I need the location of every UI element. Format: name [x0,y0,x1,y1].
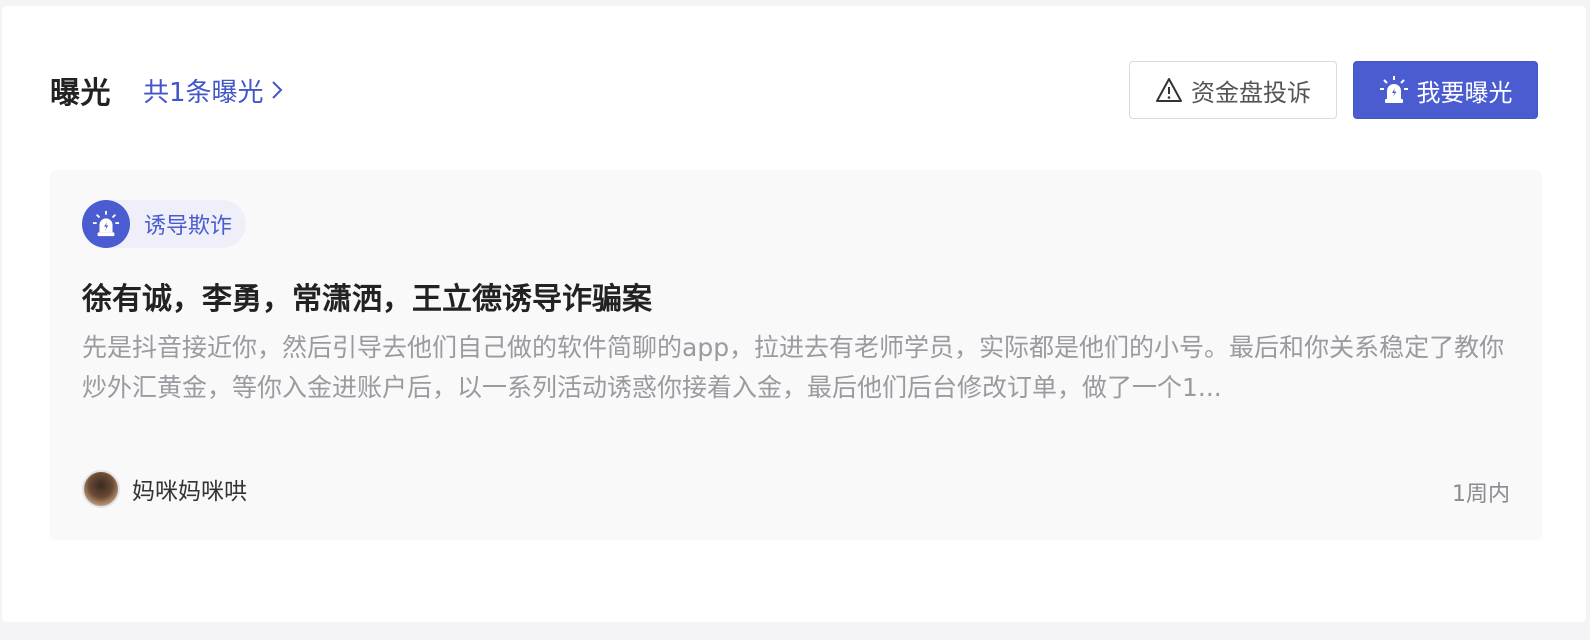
exposure-count-link[interactable]: 共1条曝光 [143,72,284,109]
chevron-right-icon [270,78,284,102]
alarm-siren-icon [82,200,130,248]
author-info[interactable]: 妈咪妈咪哄 [82,470,247,508]
category-tag: 诱导欺诈 [82,200,247,248]
page-title: 曝光 [50,76,111,111]
alarm-siren-icon [1379,75,1409,105]
avatar [82,470,120,508]
complaint-button-label: 资金盘投诉 [1191,78,1311,107]
case-description: 先是抖音接近你，然后引导去他们自己做的软件简聊的app，拉进去有老师学员，实际都… [82,333,1505,402]
header-actions: 资金盘投诉 我要曝光 [1129,61,1538,119]
warning-triangle-icon [1155,77,1183,103]
author-name: 妈咪妈咪哄 [132,479,247,505]
complaint-button[interactable]: 资金盘投诉 [1129,61,1337,119]
post-time: 1周内 [1452,482,1510,507]
exposure-card[interactable]: 诱导欺诈 徐有诚，李勇，常潇洒，王立德诱导诈骗案 先是抖音接近你，然后引导去他们… [50,170,1542,540]
exposure-header: 曝光 共1条曝光 资金盘投诉 我要曝光 [50,61,1538,119]
exposure-panel: 曝光 共1条曝光 资金盘投诉 我要曝光 诱导欺诈 徐有诚，李勇，常潇洒，王立德诱… [2,6,1586,622]
exposure-count-label: 共1条曝光 [143,77,264,108]
case-title[interactable]: 徐有诚，李勇，常潇洒，王立德诱导诈骗案 [82,274,652,318]
expose-button[interactable]: 我要曝光 [1353,61,1538,119]
category-tag-label: 诱导欺诈 [144,214,233,239]
expose-button-label: 我要曝光 [1416,78,1513,107]
